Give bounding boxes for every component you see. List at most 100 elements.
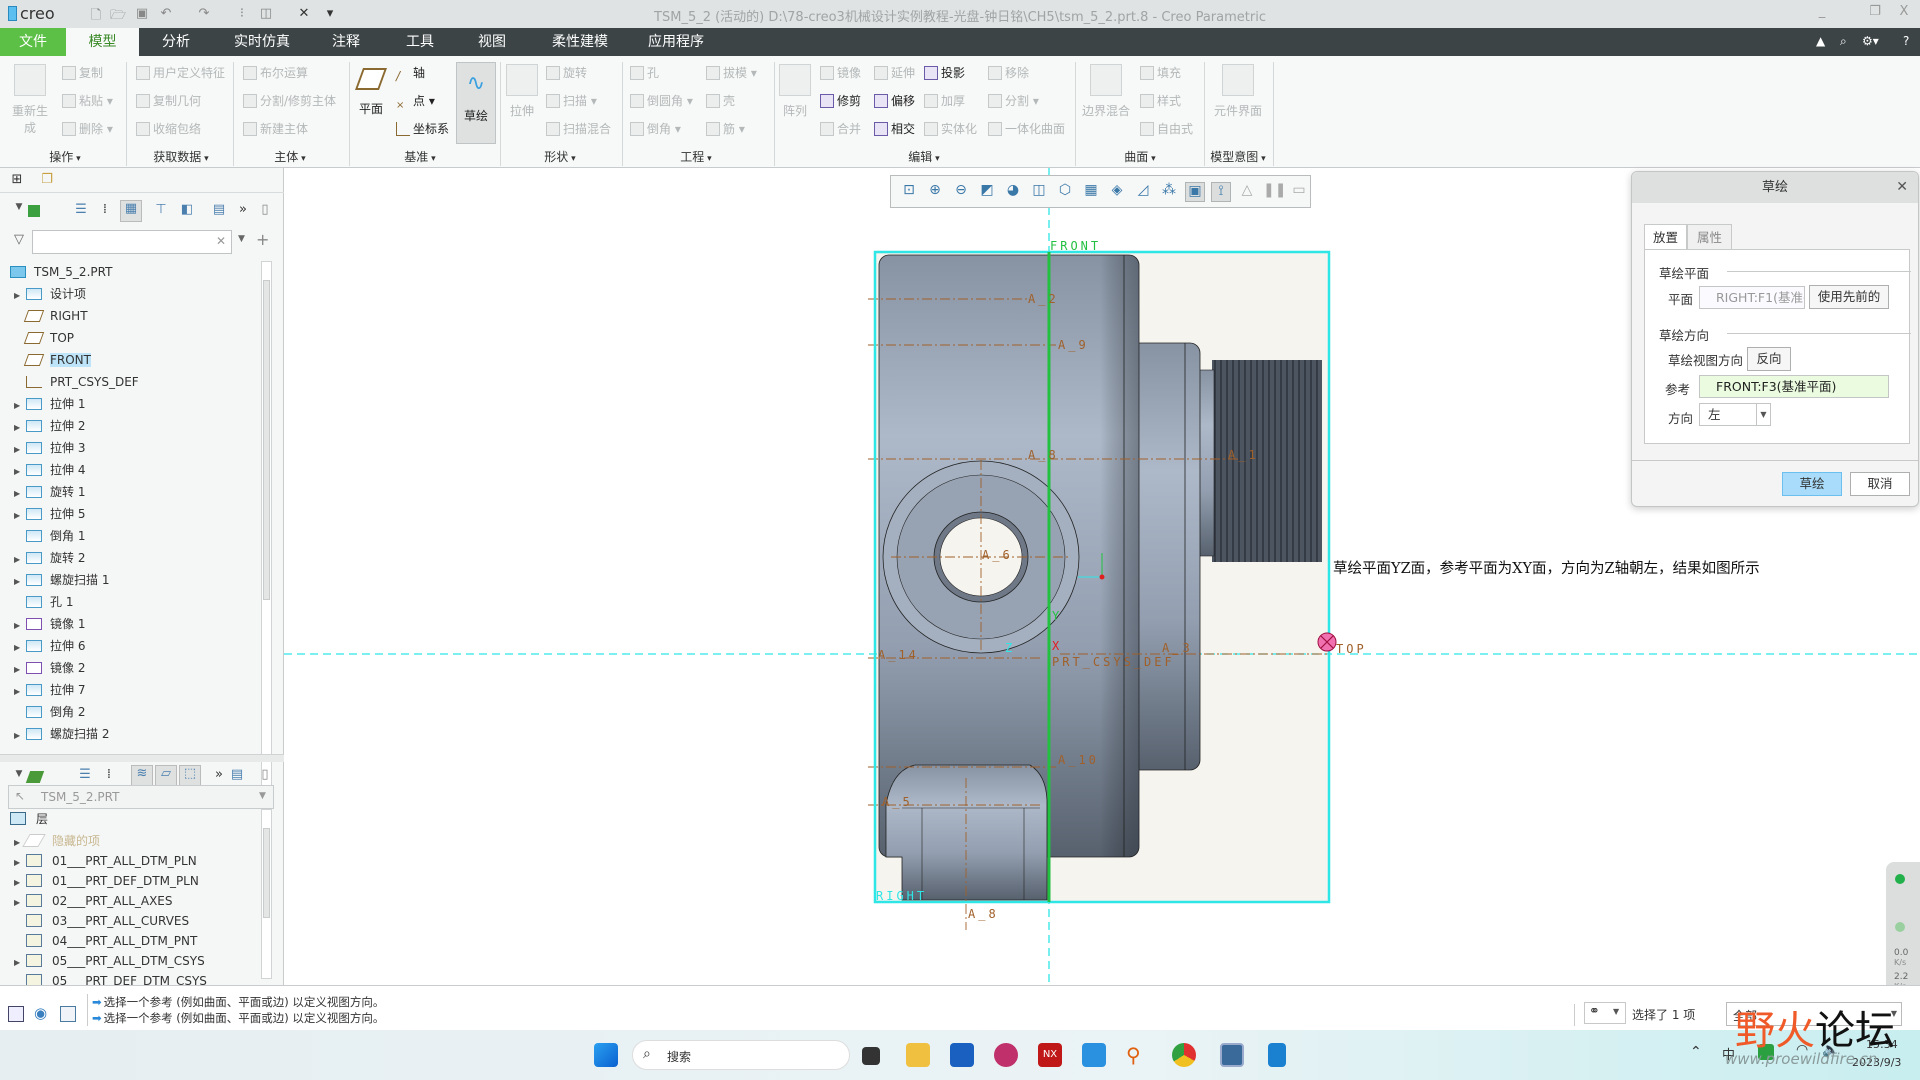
- hole-button[interactable]: 孔: [630, 64, 659, 81]
- extend-button[interactable]: 延伸: [874, 64, 915, 81]
- regenerate-icon[interactable]: ⁝: [234, 6, 250, 22]
- copy-button[interactable]: 复制: [62, 64, 103, 81]
- expand-icon[interactable]: ▶: [14, 893, 26, 913]
- saved-orientations-icon[interactable]: ◫: [1029, 182, 1049, 202]
- help-icon[interactable]: ?: [1903, 34, 1909, 48]
- zoom-in-icon[interactable]: ⊕: [925, 182, 945, 202]
- expand-icon[interactable]: ▶: [14, 285, 26, 307]
- rib-button[interactable]: 筋 ▾: [706, 120, 745, 137]
- layer-item[interactable]: ▶ 01___PRT_DEF_DTM_PLN: [14, 871, 199, 891]
- save-icon[interactable]: ▣: [134, 6, 150, 22]
- refit-icon[interactable]: ⊡: [899, 182, 919, 202]
- app-icon[interactable]: [994, 1043, 1018, 1067]
- tree-item[interactable]: ▶ 拉伸 7: [14, 679, 85, 701]
- csys-button[interactable]: 坐标系: [396, 120, 449, 137]
- pattern-button[interactable]: 阵列: [778, 64, 812, 119]
- sweep-button[interactable]: 扫描 ▾: [546, 92, 597, 109]
- find-button[interactable]: ⚭ ▼: [1584, 1002, 1626, 1024]
- close-button[interactable]: X: [1894, 4, 1914, 19]
- customize-toolbar-icon[interactable]: ▾: [322, 6, 338, 22]
- layer-item[interactable]: ▶ 隐藏的项: [14, 831, 100, 851]
- details-icon[interactable]: ▯: [256, 767, 274, 785]
- fullscreen-icon[interactable]: [60, 1006, 76, 1022]
- delete-button[interactable]: 删除 ▾: [62, 120, 113, 137]
- pause-icon[interactable]: ❚❚: [1263, 182, 1286, 202]
- tree-item[interactable]: ▶ 旋转 1: [14, 481, 85, 503]
- browser-toggle-icon[interactable]: ◉: [34, 1004, 47, 1022]
- view-manager-icon[interactable]: ▦: [1081, 182, 1101, 202]
- group-datum[interactable]: 基准: [380, 148, 460, 165]
- swept-blend-button[interactable]: 扫描混合: [546, 120, 611, 137]
- more-icon[interactable]: »: [234, 202, 252, 220]
- split-body-button[interactable]: 分割/修剪主体: [243, 92, 336, 109]
- use-previous-button[interactable]: 使用先前的: [1809, 285, 1889, 309]
- expand-icon[interactable]: ▶: [14, 725, 26, 747]
- folder-browser-tab-icon[interactable]: ❐: [38, 172, 56, 190]
- sketch-button[interactable]: ∿ 草绘: [456, 62, 496, 144]
- remove-button[interactable]: 移除: [988, 64, 1029, 81]
- expand-icon[interactable]: ▶: [14, 395, 26, 417]
- layer-expand-icon[interactable]: ☰: [76, 767, 94, 785]
- tree-item[interactable]: ▶ 拉伸 1: [14, 393, 85, 415]
- round-button[interactable]: 倒圆角 ▾: [630, 92, 693, 109]
- sketch-display-icon[interactable]: ⟟: [1211, 182, 1231, 202]
- layer-properties-icon[interactable]: ▤: [228, 767, 246, 785]
- boundary-blend-button[interactable]: 边界混合: [1080, 64, 1132, 119]
- model-tree-tab-icon[interactable]: ⊞: [8, 172, 26, 190]
- expand-icon[interactable]: ▶: [14, 505, 26, 527]
- tab-model[interactable]: 模型: [66, 28, 139, 56]
- show-columns-icon[interactable]: ▦: [120, 200, 142, 222]
- tree-item[interactable]: ▶ 拉伸 5: [14, 503, 85, 525]
- plane-button[interactable]: 平面: [354, 68, 388, 117]
- tree-item[interactable]: ▶ 拉伸 4: [14, 459, 85, 481]
- extrude-button[interactable]: 拉伸: [504, 64, 540, 119]
- expand-icon[interactable]: ▶: [14, 659, 26, 681]
- nx-icon[interactable]: NX: [1038, 1043, 1062, 1067]
- clock-date[interactable]: 2023/9/3: [1852, 1056, 1901, 1069]
- component-interface-button[interactable]: 元件界面: [1210, 64, 1266, 119]
- draft-button[interactable]: 拔模 ▾: [706, 64, 757, 81]
- creo-taskbar-icon[interactable]: [1220, 1043, 1244, 1067]
- offset-button[interactable]: 偏移: [874, 92, 915, 109]
- tree-item[interactable]: TOP: [14, 327, 74, 349]
- shrinkwrap-button[interactable]: 收缩包络: [136, 120, 201, 137]
- orientation-select[interactable]: 左 ▼: [1699, 403, 1771, 426]
- expand-icon[interactable]: ▶: [14, 439, 26, 461]
- file-explorer-icon[interactable]: [906, 1043, 930, 1067]
- tree-item[interactable]: ▶ 设计项: [14, 283, 86, 305]
- expand-icon[interactable]: ▶: [14, 873, 26, 893]
- split-button[interactable]: 分割 ▾: [988, 92, 1039, 109]
- expand-icon[interactable]: ▶: [14, 483, 26, 505]
- expand-icon[interactable]: ▶: [14, 953, 26, 973]
- revolve-button[interactable]: 旋转: [546, 64, 587, 81]
- style-button[interactable]: 样式: [1140, 92, 1181, 109]
- open-file-icon[interactable]: 🗁: [110, 6, 126, 23]
- minimize-button[interactable]: _: [1812, 4, 1832, 19]
- expand-icon[interactable]: ▶: [14, 417, 26, 439]
- new-file-icon[interactable]: 🗋: [88, 6, 104, 23]
- windows-icon[interactable]: ◫: [258, 6, 274, 22]
- layer-model-selector[interactable]: ↖ TSM_5_2.PRT ▼: [8, 785, 274, 809]
- tree-settings-icon[interactable]: ▤: [210, 202, 228, 220]
- trim-button[interactable]: 修剪: [820, 92, 861, 109]
- tree-item[interactable]: ▶ 拉伸 6: [14, 635, 85, 657]
- undo-icon[interactable]: ↶: [158, 6, 174, 22]
- restore-button[interactable]: ❐: [1865, 4, 1885, 19]
- show-hidden-icons[interactable]: ⌃: [1690, 1044, 1702, 1060]
- tree-menu-icon[interactable]: ▼: [10, 202, 28, 220]
- sketch-view-icon[interactable]: ▣: [1185, 182, 1205, 202]
- tab-analysis[interactable]: 分析: [145, 28, 207, 56]
- udf-button[interactable]: 用户定义特征: [136, 64, 225, 81]
- ime-indicator[interactable]: 中: [1722, 1044, 1735, 1063]
- layer-selection-icon[interactable]: ⬚: [179, 765, 201, 787]
- layer-item[interactable]: ▶ 05___PRT_ALL_DTM_CSYS: [14, 951, 205, 971]
- group-model-intent[interactable]: 模型意图: [1204, 148, 1272, 165]
- shell-button[interactable]: 壳: [706, 92, 735, 109]
- boolean-button[interactable]: 布尔运算: [243, 64, 308, 81]
- layer-item[interactable]: 04___PRT_ALL_DTM_PNT: [14, 931, 197, 951]
- tree-item[interactable]: 倒角 2: [14, 701, 85, 723]
- layer-items-icon[interactable]: ▱: [155, 765, 177, 787]
- flip-button[interactable]: 反向: [1747, 347, 1791, 371]
- group-get-data[interactable]: 获取数据: [136, 148, 226, 165]
- group-editing[interactable]: 编辑: [884, 148, 964, 165]
